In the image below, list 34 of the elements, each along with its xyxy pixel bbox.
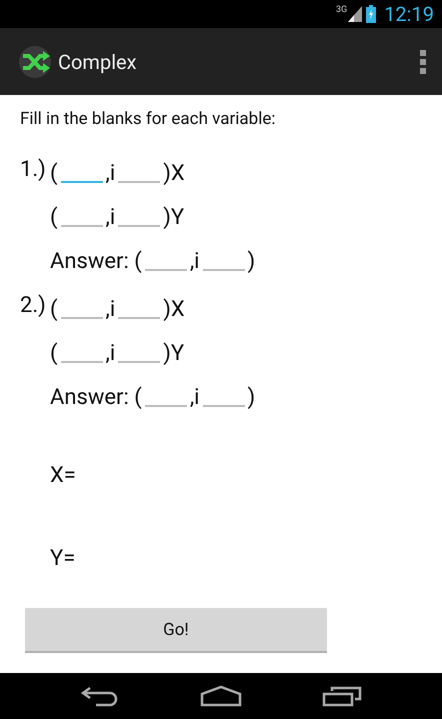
bracket-text: )X xyxy=(163,160,185,188)
bracket-text: ( xyxy=(50,340,58,368)
back-icon[interactable] xyxy=(80,685,120,707)
bracket-text: ( xyxy=(50,204,58,232)
bracket-text: )Y xyxy=(163,204,184,232)
network-type: 3G xyxy=(336,5,348,15)
result-label: Y= xyxy=(50,546,76,571)
clock: 12:19 xyxy=(384,2,434,26)
separator-text: ,i xyxy=(106,340,116,368)
bracket-text: Answer: ( xyxy=(50,248,142,276)
bracket-text: Answer: ( xyxy=(50,384,142,412)
separator-text: ,i xyxy=(106,160,116,188)
recent-apps-icon[interactable] xyxy=(322,685,362,707)
separator-text: ,i xyxy=(190,384,200,412)
bracket-text: ( xyxy=(50,160,58,188)
instruction-text: Fill in the blanks for each variable: xyxy=(20,109,276,129)
go-button[interactable]: Go! xyxy=(25,608,327,653)
bracket-text: ( xyxy=(50,296,58,324)
result-label: X= xyxy=(50,463,76,488)
home-icon[interactable] xyxy=(200,685,242,707)
problem-number: 1.) xyxy=(20,156,47,184)
separator-text: ,i xyxy=(106,204,116,232)
app-icon xyxy=(18,44,52,78)
bracket-text: ) xyxy=(248,384,256,412)
separator-text: ,i xyxy=(106,296,116,324)
app-title: Complex xyxy=(58,50,138,74)
bracket-text: )X xyxy=(163,296,185,324)
problem-number: 2.) xyxy=(20,292,47,320)
overflow-menu-icon[interactable] xyxy=(420,50,426,74)
bracket-text: )Y xyxy=(163,340,184,368)
battery-icon xyxy=(366,5,376,23)
signal-icon xyxy=(348,6,362,22)
separator-text: ,i xyxy=(190,248,200,276)
bracket-text: ) xyxy=(248,248,256,276)
